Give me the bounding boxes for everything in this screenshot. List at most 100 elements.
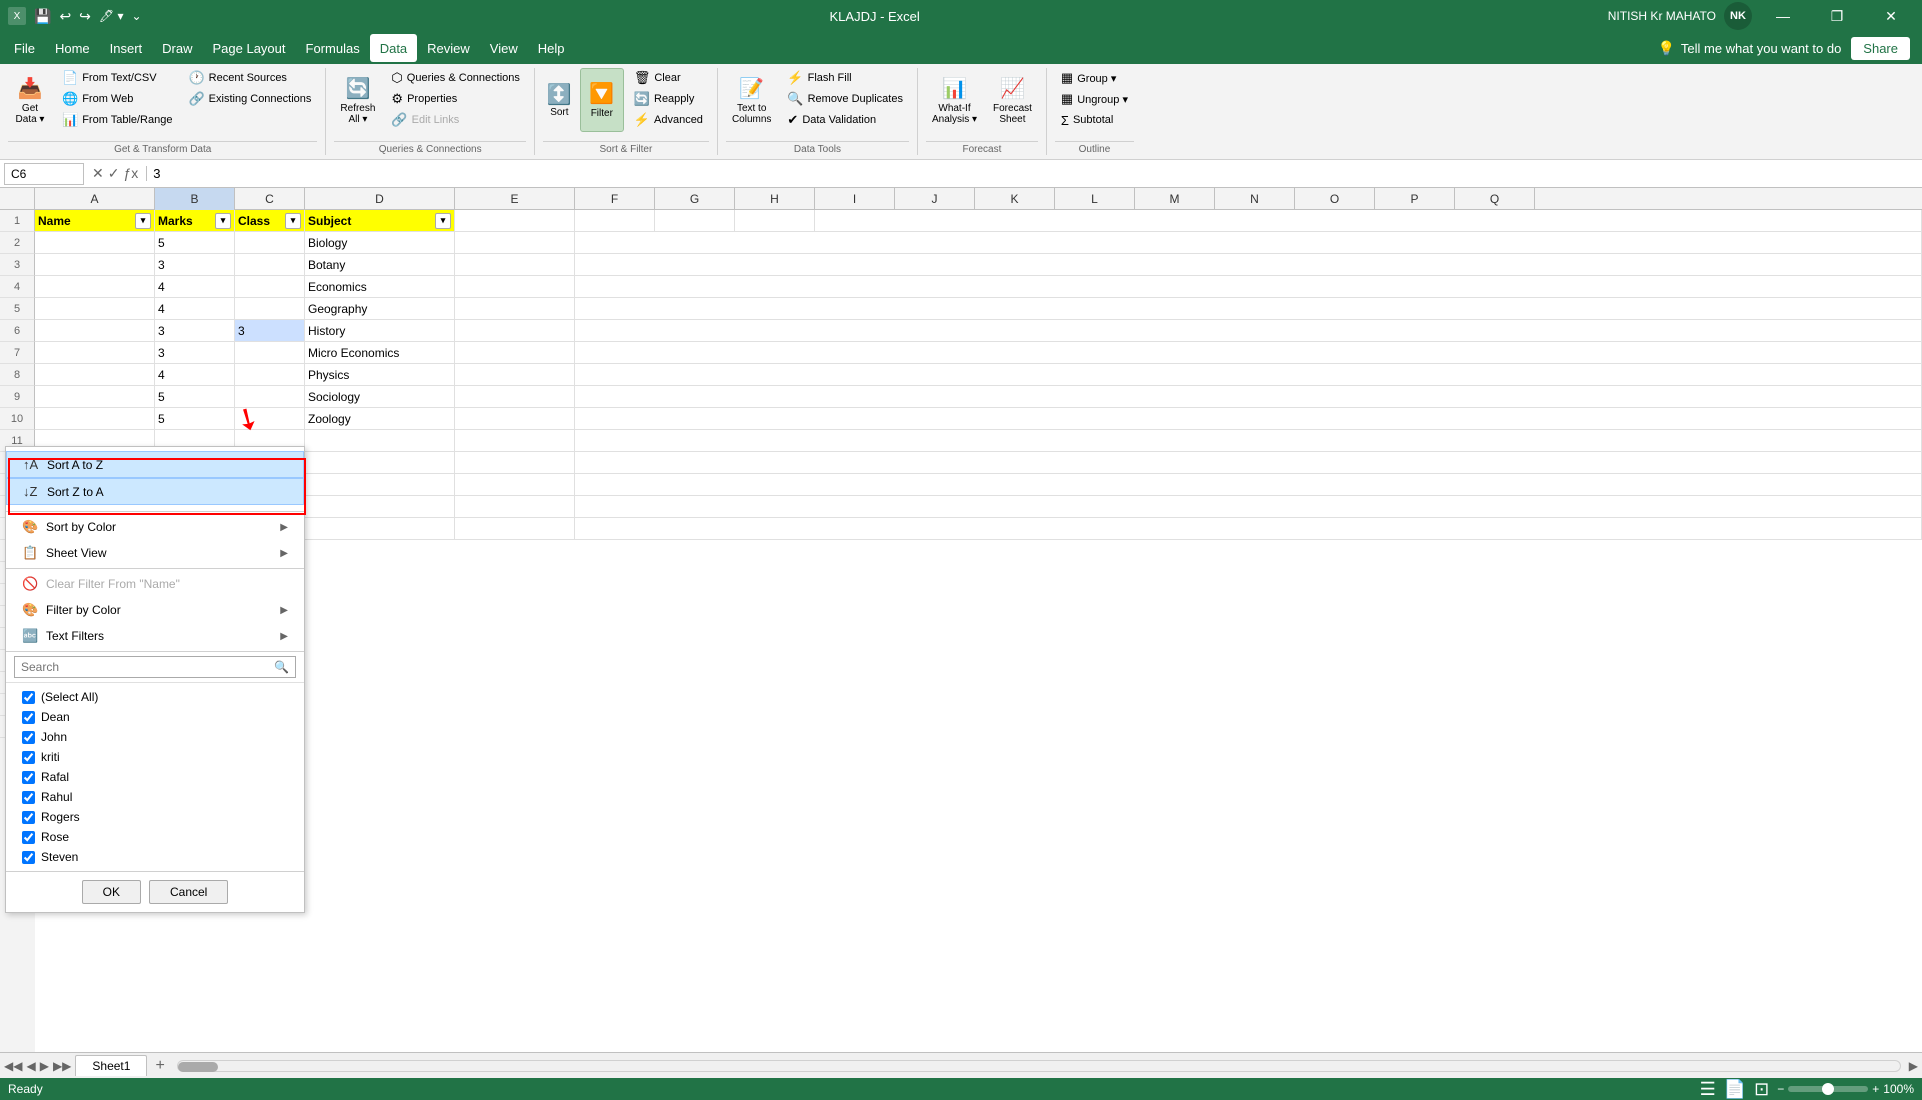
horizontal-scrollbar[interactable] [177, 1059, 1901, 1073]
existing-connections-button[interactable]: 🔗 Existing Connections [182, 89, 317, 109]
advanced-button[interactable]: ⚡ Advanced [628, 110, 709, 130]
cell-d9[interactable]: Sociology [305, 386, 455, 408]
text-to-columns-button[interactable]: 📝 Text toColumns [726, 68, 777, 132]
checkbox-john[interactable]: John [6, 727, 304, 747]
cell-c2[interactable] [235, 232, 305, 254]
menu-review[interactable]: Review [417, 34, 480, 62]
flash-fill-button[interactable]: ⚡ Flash Fill [781, 68, 909, 88]
cell-d12[interactable] [305, 452, 455, 474]
cell-d10[interactable]: Zoology [305, 408, 455, 430]
menu-draw[interactable]: Draw [152, 34, 202, 62]
share-button[interactable]: Share [1851, 37, 1910, 60]
cancel-button[interactable]: Cancel [149, 880, 228, 904]
col-header-q[interactable]: Q [1455, 188, 1535, 210]
cell-rest14[interactable] [575, 496, 1922, 518]
cell-c3[interactable] [235, 254, 305, 276]
cell-c6[interactable]: 3 [235, 320, 305, 342]
cell-a7[interactable] [35, 342, 155, 364]
cell-e11[interactable] [455, 430, 575, 452]
insert-function-icon[interactable]: ƒx [123, 165, 138, 182]
cell-f5[interactable] [575, 298, 1922, 320]
header-class-cell[interactable]: Class ▾ [235, 210, 305, 232]
cell-rest11[interactable] [575, 430, 1922, 452]
checkbox-kriti[interactable]: kriti [6, 747, 304, 767]
cancel-formula-icon[interactable]: ✕ [92, 165, 104, 182]
cell-a8[interactable] [35, 364, 155, 386]
cell-g1[interactable] [655, 210, 735, 232]
row-num-4[interactable]: 4 [0, 276, 35, 298]
cell-c8[interactable] [235, 364, 305, 386]
clear-filter-item[interactable]: 🚫 Clear Filter From "Name" [6, 571, 304, 597]
header-marks-cell[interactable]: Marks ▾ [155, 210, 235, 232]
reapply-button[interactable]: 🔄 Reapply [628, 89, 709, 109]
cell-i1[interactable] [815, 210, 1922, 232]
col-header-n[interactable]: N [1215, 188, 1295, 210]
cell-d3[interactable]: Botany [305, 254, 455, 276]
cell-e15[interactable] [455, 518, 575, 540]
remove-duplicates-button[interactable]: 🔍 Remove Duplicates [781, 89, 909, 109]
cell-e3[interactable] [455, 254, 575, 276]
cell-d6[interactable]: History [305, 320, 455, 342]
cell-e13[interactable] [455, 474, 575, 496]
cell-e5[interactable] [455, 298, 575, 320]
checkbox-dean[interactable]: Dean [6, 707, 304, 727]
cell-d5[interactable]: Geography [305, 298, 455, 320]
col-header-k[interactable]: K [975, 188, 1055, 210]
filter-name-dropdown[interactable]: ▾ [135, 213, 151, 229]
cell-e6[interactable] [455, 320, 575, 342]
cell-e9[interactable] [455, 386, 575, 408]
cell-e7[interactable] [455, 342, 575, 364]
zoom-slider-thumb[interactable] [1822, 1083, 1834, 1095]
zoom-in-button[interactable]: + [1872, 1082, 1879, 1096]
menu-page-layout[interactable]: Page Layout [203, 34, 296, 62]
cell-rest12[interactable] [575, 452, 1922, 474]
ungroup-button[interactable]: ▦ Ungroup ▾ [1055, 89, 1134, 109]
sheet-prev-arrow[interactable]: ◀ [26, 1059, 35, 1073]
zoom-out-button[interactable]: − [1777, 1082, 1784, 1096]
formula-input[interactable] [146, 166, 1918, 181]
row-num-1[interactable]: 1 [0, 210, 35, 232]
scrollbar-thumb-h[interactable] [178, 1062, 218, 1072]
col-header-h[interactable]: H [735, 188, 815, 210]
checkbox-steven[interactable]: Steven [6, 847, 304, 867]
row-num-7[interactable]: 7 [0, 342, 35, 364]
col-header-a[interactable]: A [35, 188, 155, 210]
checkbox-select-all-input[interactable] [22, 691, 35, 704]
quick-access-redo[interactable]: ↪ [79, 8, 91, 25]
cell-b9[interactable]: 5 [155, 386, 235, 408]
col-header-g[interactable]: G [655, 188, 735, 210]
cell-b2[interactable]: 5 [155, 232, 235, 254]
cell-d15[interactable] [305, 518, 455, 540]
cell-a6[interactable] [35, 320, 155, 342]
row-num-3[interactable]: 3 [0, 254, 35, 276]
cell-f2[interactable] [575, 232, 1922, 254]
cell-e1[interactable] [455, 210, 575, 232]
col-header-d[interactable]: D [305, 188, 455, 210]
checkbox-steven-input[interactable] [22, 851, 35, 864]
cell-b5[interactable]: 4 [155, 298, 235, 320]
cell-c5[interactable] [235, 298, 305, 320]
row-num-5[interactable]: 5 [0, 298, 35, 320]
cell-reference-box[interactable]: C6 [4, 163, 84, 185]
filter-by-color-item[interactable]: 🎨 Filter by Color ▶ [6, 597, 304, 623]
cell-e12[interactable] [455, 452, 575, 474]
cell-f4[interactable] [575, 276, 1922, 298]
subtotal-button[interactable]: Σ Subtotal [1055, 110, 1134, 130]
cell-a3[interactable] [35, 254, 155, 276]
cell-a10[interactable] [35, 408, 155, 430]
cell-e10[interactable] [455, 408, 575, 430]
menu-formulas[interactable]: Formulas [296, 34, 370, 62]
menu-home[interactable]: Home [45, 34, 100, 62]
cell-b8[interactable]: 4 [155, 364, 235, 386]
from-table-button[interactable]: 📊 From Table/Range [56, 110, 178, 130]
col-header-o[interactable]: O [1295, 188, 1375, 210]
filter-class-dropdown[interactable]: ▾ [285, 213, 301, 229]
cell-f7[interactable] [575, 342, 1922, 364]
minimize-button[interactable]: ― [1760, 0, 1806, 32]
menu-help[interactable]: Help [528, 34, 575, 62]
cell-b7[interactable]: 3 [155, 342, 235, 364]
cell-e2[interactable] [455, 232, 575, 254]
filter-marks-dropdown[interactable]: ▾ [215, 213, 231, 229]
cell-rest13[interactable] [575, 474, 1922, 496]
cell-d13[interactable] [305, 474, 455, 496]
